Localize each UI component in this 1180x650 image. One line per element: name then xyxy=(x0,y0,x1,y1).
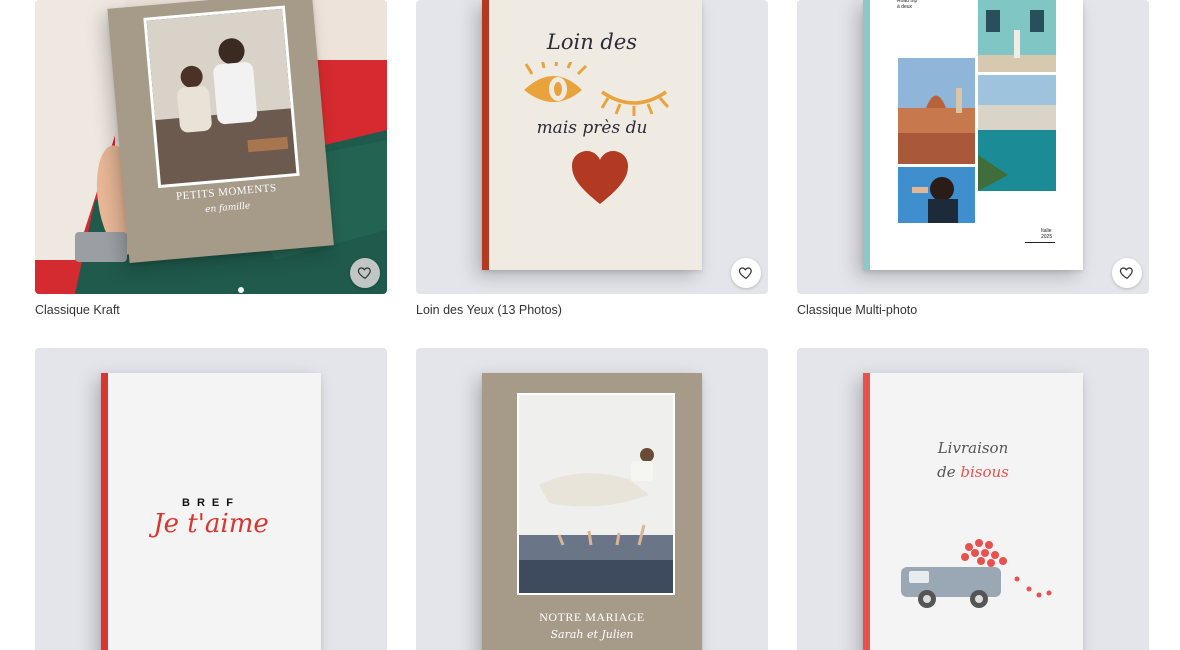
cover-line-1: Loin des xyxy=(546,30,638,54)
cover-photo-coast xyxy=(978,75,1056,191)
product-name[interactable]: Loin des Yeux (13 Photos) xyxy=(416,303,562,317)
cover-footer-2: 2025 xyxy=(1041,234,1053,240)
cover-line-1: BREF xyxy=(182,497,240,509)
cover-footer-rule xyxy=(1025,242,1055,243)
book-cover: BREF Je t'aime xyxy=(101,373,321,650)
product-image[interactable]: Livraison de bisous xyxy=(797,348,1149,650)
cover-line-2: Je t'aime xyxy=(153,509,269,539)
cover-photo xyxy=(143,5,300,189)
cover-line-1: Livraison xyxy=(937,439,1009,457)
heart-illustration xyxy=(572,151,628,204)
cover-line-2: mais près du xyxy=(536,118,648,138)
book-cover: Livraison de bisous xyxy=(863,373,1083,650)
book-spine xyxy=(863,0,870,270)
cover-photo-wedding xyxy=(517,393,675,595)
cover-title: NOTRE MARIAGE xyxy=(539,610,645,624)
cover-line-2-highlight: bisous xyxy=(960,463,1009,481)
product-card-bref-je-taime[interactable]: BREF Je t'aime xyxy=(35,348,387,650)
favorite-button[interactable] xyxy=(350,258,380,288)
product-image[interactable]: BREF Je t'aime xyxy=(35,348,387,650)
cover-photo-street xyxy=(978,0,1056,72)
product-card-classique-multi-photo[interactable]: Road trip à deux Italie 2025 Classique M… xyxy=(797,0,1149,320)
product-image[interactable]: NOTRE MARIAGE Sarah et Julien xyxy=(416,348,768,650)
heart-outline-icon xyxy=(1119,267,1133,280)
cover-header: Road trip à deux xyxy=(897,0,918,10)
kraft-book-cover: PETITS MOMENTS en famille xyxy=(107,0,334,263)
product-image[interactable]: Loin des mais près du xyxy=(416,0,768,294)
book-cover: Loin des mais près du xyxy=(482,0,702,270)
cover-line-2: de bisous xyxy=(863,463,1083,481)
cover-line-2-prefix: de xyxy=(937,463,961,481)
van-hearts-illustration xyxy=(901,539,1052,608)
product-card-classique-kraft[interactable]: PETITS MOMENTS en famille Classique Kraf… xyxy=(35,0,387,320)
book-spine xyxy=(863,373,870,650)
book-cover: Road trip à deux Italie 2025 xyxy=(863,0,1083,270)
product-name[interactable]: Classique Kraft xyxy=(35,303,120,317)
product-image[interactable]: Road trip à deux Italie 2025 xyxy=(797,0,1149,294)
product-grid: PETITS MOMENTS en famille Classique Kraf… xyxy=(0,0,1180,650)
product-card-livraison-de-bisous[interactable]: Livraison de bisous xyxy=(797,348,1149,650)
favorite-button[interactable] xyxy=(731,258,761,288)
heart-outline-icon xyxy=(357,267,371,280)
cover-photo-portrait xyxy=(898,167,975,223)
product-card-notre-mariage[interactable]: NOTRE MARIAGE Sarah et Julien xyxy=(416,348,768,650)
favorite-button[interactable] xyxy=(1112,258,1142,288)
product-image[interactable]: PETITS MOMENTS en famille xyxy=(35,0,387,294)
cover-photo-florence xyxy=(898,58,975,164)
kraft-book-cover: NOTRE MARIAGE Sarah et Julien xyxy=(482,373,702,650)
heart-outline-icon xyxy=(738,267,752,280)
product-card-loin-des-yeux[interactable]: Loin des mais près du Loin des Yeux (13 … xyxy=(416,0,768,320)
cover-subtitle: Sarah et Julien xyxy=(550,628,634,641)
product-name[interactable]: Classique Multi-photo xyxy=(797,303,917,317)
eyes-illustration xyxy=(524,62,670,116)
